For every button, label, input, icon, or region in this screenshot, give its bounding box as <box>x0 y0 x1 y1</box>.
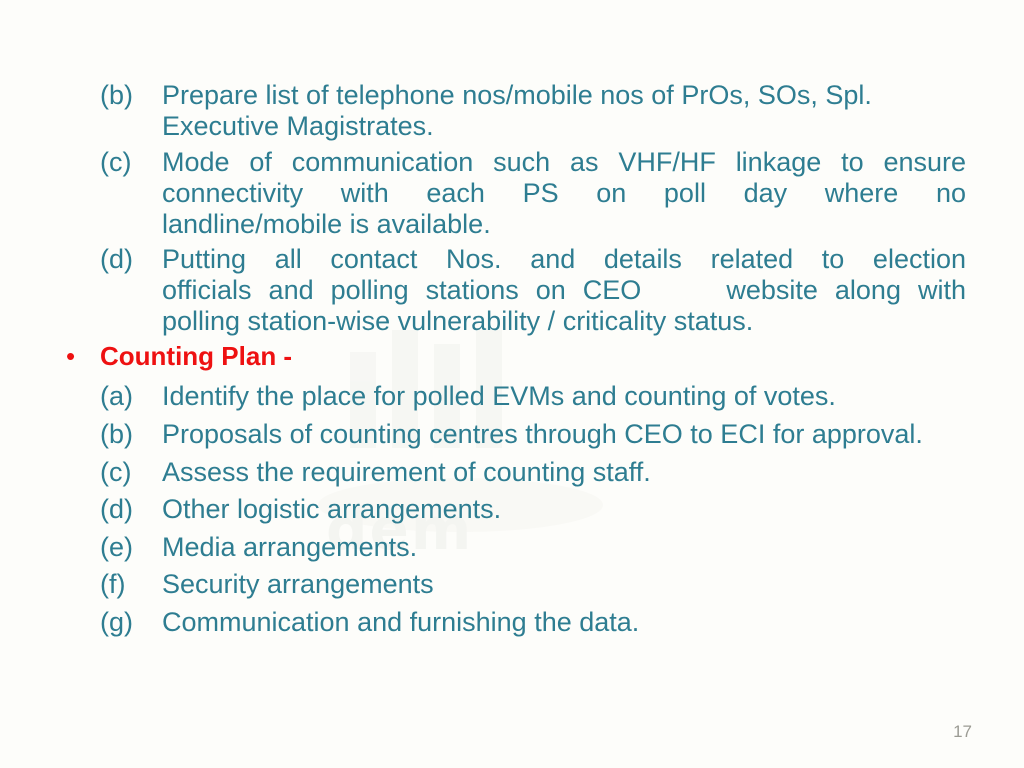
list-item-line: officials and polling stations on CEO we… <box>162 275 966 305</box>
list-item-c-top: (c) Mode of communication such as VHF/HF… <box>100 147 966 240</box>
list-item-body: Communication and furnishing the data. <box>162 607 640 637</box>
counting-plan-item-e: (e) Media arrangements. <box>100 532 980 563</box>
counting-plan-heading-row: • Counting Plan - <box>56 341 956 372</box>
list-item-body: Identify the place for polled EVMs and c… <box>162 381 836 411</box>
list-item-body: Prepare list of telephone nos/mobile nos… <box>162 80 966 142</box>
list-item-line: landline/mobile is available. <box>162 209 491 239</box>
list-item-label: (b) <box>100 419 133 449</box>
counting-plan-item-g: (g) Communication and furnishing the dat… <box>100 607 980 638</box>
list-item-label: (b) <box>100 80 133 110</box>
list-item-body: Security arrangements <box>162 569 434 599</box>
list-item-label: (c) <box>100 457 132 487</box>
list-item-body: Putting all contact Nos. and details rel… <box>162 244 966 337</box>
list-item-label: (c) <box>100 147 132 177</box>
list-item-label: (e) <box>100 532 133 562</box>
list-item-label: (g) <box>100 607 133 637</box>
list-item-label: (f) <box>100 569 126 599</box>
list-item-body: Assess the requirement of counting staff… <box>162 457 651 487</box>
bullet-icon: • <box>66 341 76 371</box>
counting-plan-item-a: (a) Identify the place for polled EVMs a… <box>100 381 980 412</box>
list-item-body: Mode of communication such as VHF/HF lin… <box>162 147 966 240</box>
list-item-line: Mode of communication such as VHF/HF lin… <box>162 147 966 177</box>
list-item-body: Other logistic arrangements. <box>162 494 502 524</box>
list-item-body: Proposals of counting centres through CE… <box>162 419 923 449</box>
list-item-label: (d) <box>100 244 133 274</box>
list-item-b-top: (b) Prepare list of telephone nos/mobile… <box>100 80 966 142</box>
list-item-line: Prepare list of telephone nos/mobile nos… <box>162 80 872 110</box>
list-item-line: connectivity with each PS on poll day wh… <box>162 178 966 208</box>
counting-plan-item-c: (c) Assess the requirement of counting s… <box>100 457 980 488</box>
page-number: 17 <box>953 722 972 741</box>
list-item-label: (a) <box>100 381 133 411</box>
list-item-line: Executive Magistrates. <box>162 111 434 141</box>
counting-plan-heading: Counting Plan - <box>100 341 293 371</box>
slide-content: (b) Prepare list of telephone nos/mobile… <box>0 0 1024 768</box>
list-item-line: polling station-wise vulnerability / cri… <box>162 306 754 336</box>
counting-plan-item-d: (d) Other logistic arrangements. <box>100 494 980 525</box>
counting-plan-item-f: (f) Security arrangements <box>100 569 980 600</box>
counting-plan-item-b: (b) Proposals of counting centres throug… <box>100 419 980 450</box>
list-item-body: Media arrangements. <box>162 532 418 562</box>
list-item-label: (d) <box>100 494 133 524</box>
list-item-line: Putting all contact Nos. and details rel… <box>162 244 966 274</box>
list-item-d-top: (d) Putting all contact Nos. and details… <box>100 244 966 337</box>
slide-canvas: dem (b) Prepare list of telephone nos/mo… <box>0 0 1024 768</box>
